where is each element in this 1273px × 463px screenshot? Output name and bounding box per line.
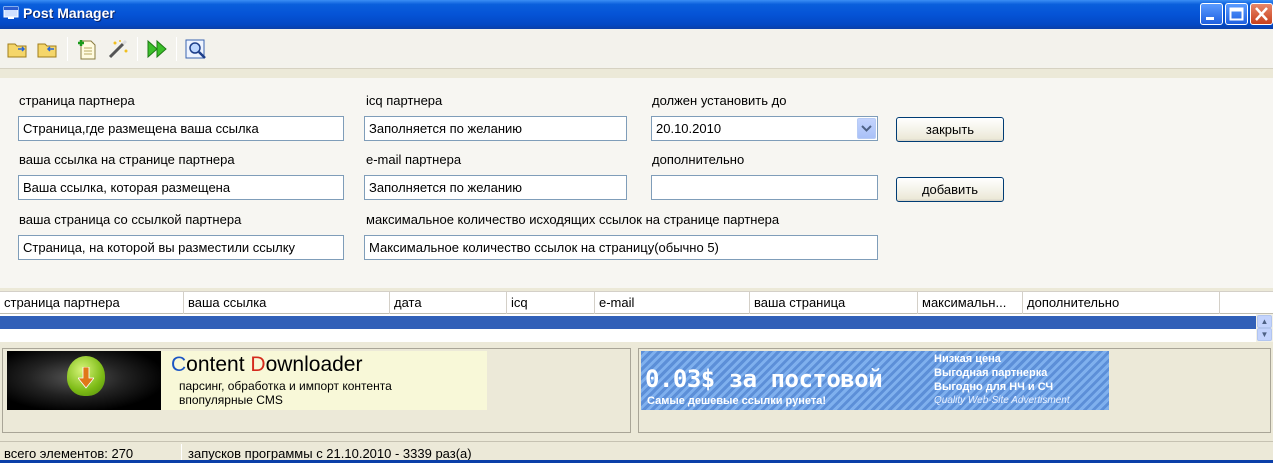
banner-subtitle: парсинг, обработка и импорт контента впо… <box>179 379 392 407</box>
deadline-label: должен установить до <box>652 93 787 108</box>
toolbar-separator <box>176 37 177 61</box>
grid-header: страница партнера ваша ссылка дата icq e… <box>0 291 1273 314</box>
banner-photo <box>7 351 161 410</box>
deadline-value: 20.10.2010 <box>656 121 722 136</box>
your-link-label: ваша ссылка на странице партнера <box>19 152 235 167</box>
your-page-input[interactable] <box>18 235 344 260</box>
banner-features: Низкая цена Выгодная партнерка Выгодно д… <box>934 353 1070 406</box>
partner-icq-label: icq партнера <box>366 93 443 108</box>
partner-page-label: страница партнера <box>19 93 135 108</box>
save-folder-icon[interactable] <box>36 38 60 60</box>
window-title: Post Manager <box>23 5 115 21</box>
column-header-date[interactable]: дата <box>390 292 507 314</box>
maximize-icon <box>1229 7 1244 21</box>
column-header-your-link[interactable]: ваша ссылка <box>184 292 390 314</box>
extra-input[interactable] <box>651 175 878 200</box>
column-header-extra[interactable]: дополнительно <box>1023 292 1220 314</box>
scroll-up-icon[interactable]: ▲ <box>1257 315 1272 328</box>
partner-page-input[interactable] <box>18 116 344 141</box>
minimize-button[interactable] <box>1200 3 1223 25</box>
post-ad-banner[interactable]: 0.03$ за постовой Самые дешевые ссылки р… <box>641 351 1109 410</box>
vertical-scrollbar[interactable]: ▲ ▼ <box>1256 314 1273 342</box>
scroll-down-icon[interactable]: ▼ <box>1257 328 1272 341</box>
deadline-date-picker[interactable]: 20.10.2010 <box>651 116 878 141</box>
entry-form: страница партнера icq партнера должен ус… <box>0 78 1273 288</box>
toolbar-separator <box>137 37 138 61</box>
column-header-email[interactable]: e-mail <box>595 292 750 314</box>
column-header-your-page[interactable]: ваша страница <box>750 292 918 314</box>
download-arrow-icon <box>78 367 94 389</box>
maximize-button[interactable] <box>1225 3 1248 25</box>
close-button[interactable]: закрыть <box>896 117 1004 142</box>
new-document-icon[interactable] <box>75 38 99 60</box>
max-links-label: максимальное количество исходящих ссылок… <box>366 212 780 227</box>
selected-row[interactable] <box>0 316 1256 329</box>
column-header-icq[interactable]: icq <box>507 292 595 314</box>
partner-email-input[interactable] <box>364 175 627 200</box>
content-downloader-banner[interactable]: Content Downloader парсинг, обработка и … <box>7 351 487 410</box>
preview-icon[interactable] <box>184 38 208 60</box>
close-window-button[interactable] <box>1250 3 1273 25</box>
launch-count: запусков программы с 21.10.2010 - 3339 р… <box>188 446 472 461</box>
toolbar <box>0 29 1273 69</box>
title-bar: Post Manager <box>0 0 1273 29</box>
column-header-partner-page[interactable]: страница партнера <box>0 292 184 314</box>
column-header-max-links[interactable]: максимальн... <box>918 292 1023 314</box>
close-icon <box>1255 7 1268 21</box>
toolbar-separator <box>67 37 68 61</box>
element-count: всего элементов: 270 <box>4 446 134 461</box>
banner-tagline: Самые дешевые ссылки рунета! <box>647 395 827 407</box>
your-link-input[interactable] <box>18 175 344 200</box>
partner-email-label: e-mail партнера <box>366 152 462 167</box>
open-folder-icon[interactable] <box>6 38 30 60</box>
extra-label: дополнительно <box>652 152 745 167</box>
add-button[interactable]: добавить <box>896 177 1004 202</box>
banner-price: 0.03$ за постовой <box>645 365 883 393</box>
minimize-icon <box>1206 17 1214 20</box>
magic-wand-icon[interactable] <box>106 38 130 60</box>
partner-icq-input[interactable] <box>364 116 627 141</box>
app-icon <box>3 6 19 19</box>
run-forward-icon[interactable] <box>145 38 169 60</box>
your-page-label: ваша страница со ссылкой партнера <box>19 212 242 227</box>
banner-title: Content Downloader <box>171 353 363 376</box>
chevron-down-icon[interactable] <box>857 118 876 139</box>
grid-body[interactable] <box>0 314 1256 342</box>
max-links-input[interactable] <box>364 235 878 260</box>
